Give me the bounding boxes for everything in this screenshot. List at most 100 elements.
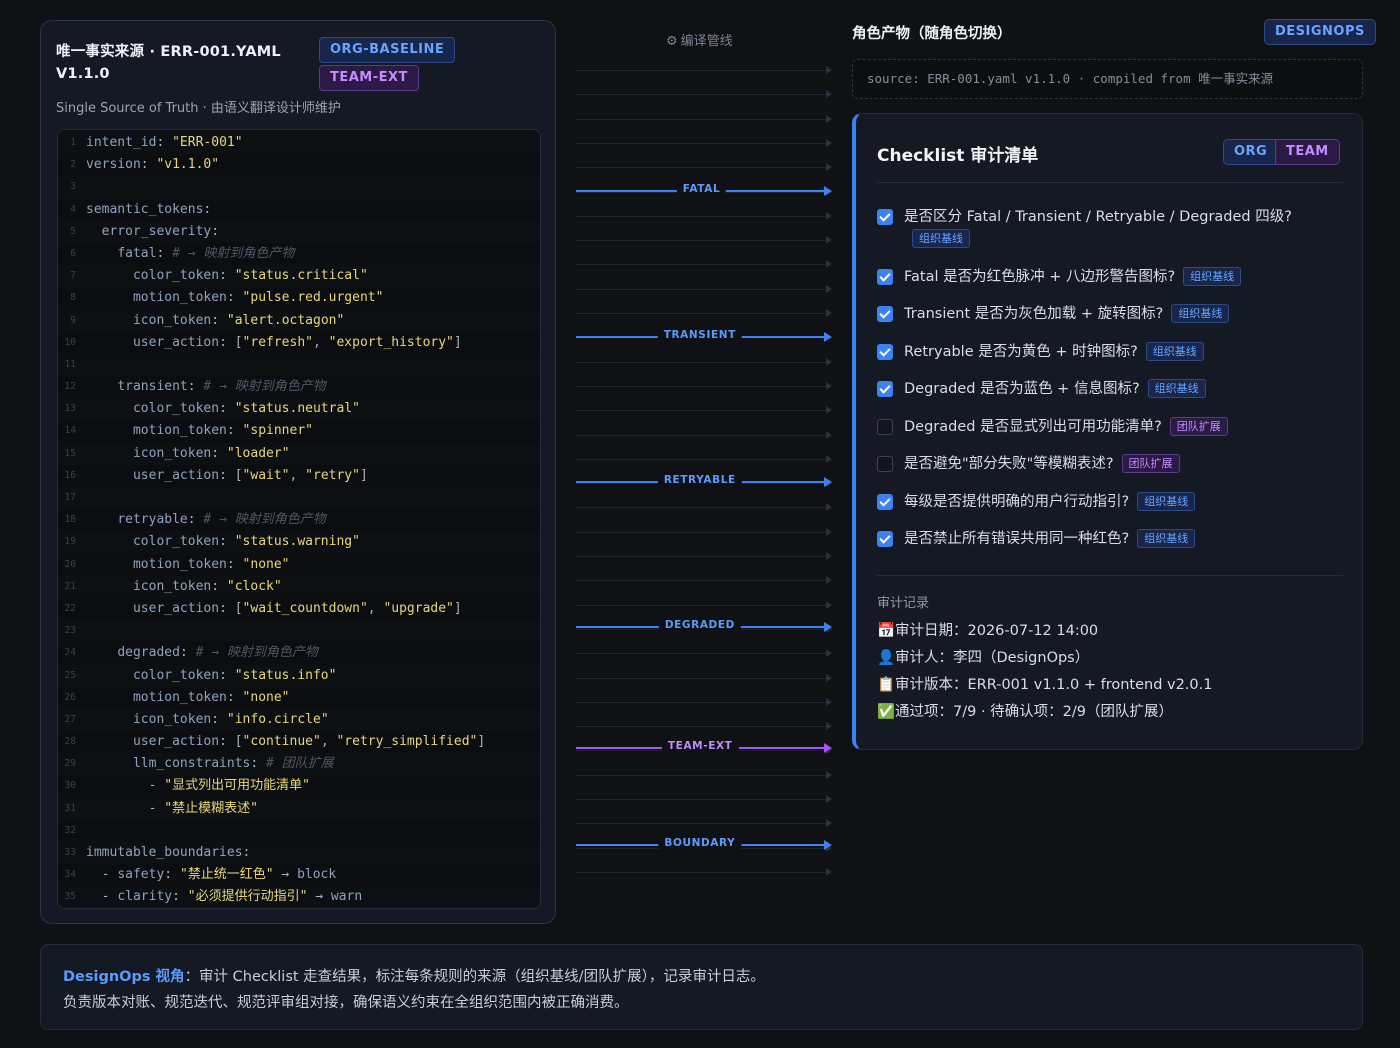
arrow-right-icon <box>824 186 832 196</box>
code-token: # → 映射到角色产物 <box>172 245 295 261</box>
checklist-item[interactable]: 是否禁止所有错误共用同一种红色? 组织基线 <box>877 528 1343 550</box>
designops-role-badge[interactable]: DESIGNOPS <box>1264 19 1376 45</box>
yaml-code-editor[interactable]: 1 intent_id: "ERR-001" 2 version: "v1.1.0" 3… <box>57 129 541 909</box>
flow-label: DEGRADED <box>658 619 741 631</box>
code-token: "pulse.red.urgent" <box>242 290 384 306</box>
line-number: 31 <box>64 802 76 814</box>
code-token: motion_token <box>132 423 227 439</box>
code-token: ] <box>453 600 462 616</box>
code-token: warn <box>330 889 363 905</box>
pipeline-track <box>576 770 832 779</box>
code-token: : <box>172 889 188 905</box>
code-token: : <box>211 223 220 239</box>
line-number: 11 <box>64 358 76 370</box>
checkbox[interactable] <box>877 381 893 397</box>
code-token: "refresh" <box>242 334 313 350</box>
line-number: 29 <box>64 758 76 770</box>
checkbox[interactable] <box>877 418 893 435</box>
code-token: "禁止模糊表述" <box>164 800 258 816</box>
code-token: motion_token <box>132 556 227 572</box>
code-token: : <box>211 445 227 461</box>
checklist-item[interactable]: Fatal 是否为红色脉冲 + 八边形警告图标? 组织基线 <box>877 266 1343 288</box>
code-token: safety <box>117 867 165 883</box>
pipeline-track <box>576 211 832 220</box>
pipeline-track <box>576 673 832 682</box>
checklist-item[interactable]: Degraded 是否显式列出可用功能清单? 团队扩展 <box>877 416 1343 438</box>
code-token: "upgrade" <box>383 600 454 616</box>
filter-team-button[interactable]: TEAM <box>1275 139 1340 165</box>
team-ext-tag[interactable]: TEAM-EXT <box>319 65 419 91</box>
code-line: 14 motion_token: "spinner" <box>58 420 540 442</box>
flow-label: TEAM-EXT <box>661 740 739 752</box>
checklist-item[interactable]: Retryable 是否为黄色 + 时钟图标? 组织基线 <box>877 341 1343 363</box>
line-number: 25 <box>64 669 76 681</box>
line-number: 1 <box>70 137 76 148</box>
checkbox[interactable] <box>877 268 893 285</box>
checklist-item[interactable]: Degraded 是否为蓝色 + 信息图标? 组织基线 <box>877 378 1343 400</box>
calendar-icon: 📅 <box>877 623 896 639</box>
checklist-panel: Checklist 审计清单 ORG TEAM 是否区分 Fatal / Tra… <box>852 113 1363 750</box>
pipeline-track <box>576 454 832 463</box>
role-desc-line1: ：审计 Checklist 走查结果，标注每条规则的来源（组织基线/团队扩展），… <box>184 969 765 985</box>
checkbox[interactable] <box>877 209 893 225</box>
checklist-item[interactable]: Transient 是否为灰色加载 + 旋转图标? 组织基线 <box>877 303 1343 325</box>
code-token: "none" <box>242 689 290 705</box>
filter-org-button[interactable]: ORG <box>1223 139 1279 165</box>
line-number: 3 <box>70 181 76 193</box>
code-token: "export_history" <box>328 334 454 350</box>
source-info-bar: source: ERR-001.yaml v1.1.0 · compiled f… <box>852 59 1363 99</box>
line-number: 35 <box>64 891 76 903</box>
role-description: DesignOps 视角：审计 Checklist 走查结果，标注每条规则的来源… <box>40 944 1363 1030</box>
pipeline-track <box>576 163 832 172</box>
checklist-item[interactable]: 每级是否提供明确的用户行动指引? 组织基线 <box>877 491 1343 513</box>
code-token: "continue" <box>242 734 321 750</box>
check-mark-icon: ✅ <box>877 704 896 720</box>
code-token: user_action <box>132 334 220 350</box>
checkbox[interactable] <box>877 306 893 322</box>
org-baseline-tag[interactable]: ORG-BASELINE <box>319 37 456 63</box>
checklist-item[interactable]: 是否避免"部分失败"等模糊表述? 团队扩展 <box>877 453 1343 475</box>
checklist-item[interactable]: 是否区分 Fatal / Transient / Retryable / Deg… <box>877 206 1343 250</box>
code-token: "info.circle" <box>226 711 329 727</box>
checkbox[interactable] <box>877 531 893 547</box>
line-number: 18 <box>64 514 76 526</box>
code-token: "wait_countdown" <box>242 600 368 616</box>
code-token: "none" <box>242 556 290 572</box>
source-subtitle: Single Source of Truth · 由语义翻译设计师维护 <box>56 101 341 116</box>
checkbox[interactable] <box>877 343 893 360</box>
item-label: Degraded 是否显式列出可用功能清单? <box>904 418 1162 435</box>
checkbox[interactable] <box>877 456 893 472</box>
code-line: 28 user_action: ["continue", "retry_simp… <box>58 731 540 753</box>
code-token: ] <box>477 734 486 750</box>
line-number: 8 <box>70 292 76 304</box>
line-number: 13 <box>64 403 76 415</box>
code-token: "wait" <box>242 467 290 483</box>
code-token: motion_token <box>132 689 227 705</box>
line-number: 32 <box>64 824 76 836</box>
checkbox[interactable] <box>877 493 893 510</box>
pipeline-flow-team-ext: TEAM-EXT <box>576 740 832 753</box>
line-number: 17 <box>64 492 76 503</box>
arrow-right-icon <box>824 743 832 753</box>
checklist-item-text: Degraded 是否显式列出可用功能清单? 团队扩展 <box>904 416 1228 438</box>
code-token: : <box>211 578 227 594</box>
line-number: 23 <box>64 625 76 637</box>
checklist-item-text: 每级是否提供明确的用户行动指引? 组织基线 <box>904 491 1196 513</box>
line-number: 21 <box>64 580 76 592</box>
checklist-item-text: Transient 是否为灰色加载 + 旋转图标? 组织基线 <box>904 303 1230 325</box>
source-badge: 组织基线 <box>1171 304 1230 323</box>
line-number: 34 <box>64 869 76 881</box>
code-line: 12 transient: # → 映射到角色产物 <box>58 376 540 398</box>
source-badge: 组织基线 <box>1137 491 1196 511</box>
code-line: 26 motion_token: "none" <box>58 687 540 709</box>
code-line: 19 color_token: "status.warning" <box>58 531 540 554</box>
